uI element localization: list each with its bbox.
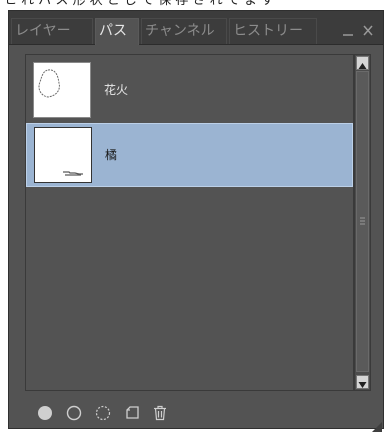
path-name: 橘 xyxy=(105,148,118,162)
path-name: 花火 xyxy=(104,83,129,97)
scroll-up-button[interactable] xyxy=(356,56,369,70)
background-document-text: ヒ れ パ ス 形 状 と し て 保 存 さ れ て ま す xyxy=(4,0,274,8)
fill-path-icon[interactable] xyxy=(37,405,53,425)
tab-history[interactable]: ヒストリー xyxy=(229,18,317,44)
panel-footer xyxy=(9,396,383,432)
path-list: 花火 橘 xyxy=(25,54,354,391)
minimize-icon[interactable] xyxy=(342,24,354,40)
tab-paths[interactable]: パス xyxy=(95,18,139,45)
close-icon[interactable] xyxy=(362,24,374,40)
panel-tab-bar: レイヤー パス チャンネル ヒストリー xyxy=(9,11,383,45)
path-list-scrollbar[interactable] xyxy=(354,54,371,391)
path-row-hanabi[interactable]: 花火 xyxy=(26,59,353,123)
stroke-path-icon[interactable] xyxy=(66,405,82,425)
path-thumbnail xyxy=(33,62,91,118)
load-selection-icon[interactable] xyxy=(95,405,111,425)
path-row-tachibana[interactable]: 橘 xyxy=(26,123,353,187)
path-thumbnail xyxy=(34,127,92,183)
tab-layers[interactable]: レイヤー xyxy=(11,18,93,44)
paths-panel: レイヤー パス チャンネル ヒストリー 花火 橘 xyxy=(8,10,384,432)
new-path-icon[interactable] xyxy=(124,405,140,425)
tab-channels[interactable]: チャンネル xyxy=(141,18,227,44)
trash-icon[interactable] xyxy=(152,405,168,425)
resize-grip-icon[interactable] xyxy=(372,417,382,432)
scroll-thumb[interactable] xyxy=(356,71,369,372)
scroll-down-button[interactable] xyxy=(356,375,369,389)
